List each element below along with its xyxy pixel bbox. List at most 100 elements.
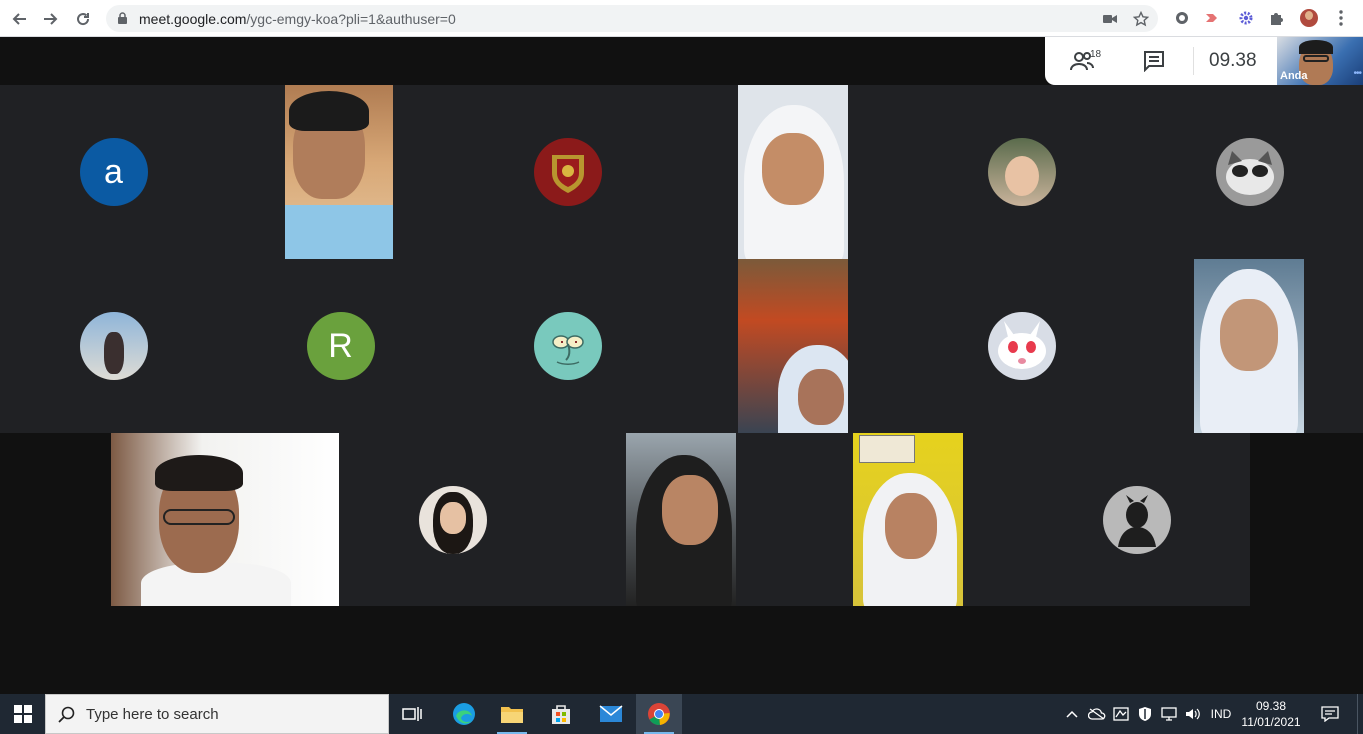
tray-security[interactable] [1134,694,1156,734]
show-desktop-button[interactable] [1357,694,1363,734]
tray-app-icon [1113,707,1129,721]
video-subject [885,493,937,559]
action-center-button[interactable] [1316,694,1344,734]
url-host: meet.google.com [139,11,247,27]
video-subject [798,369,844,425]
devil-icon [1117,495,1156,547]
url-path: /ygc-emgy-koa?pli=1&authuser=0 [246,11,456,27]
taskbar-mail[interactable] [588,694,634,734]
video-subject-hair [289,91,369,131]
network-icon [1161,707,1177,721]
bookmark-button[interactable] [1131,9,1151,29]
gryffindor-crest-avatar [533,138,602,206]
gear-icon [1239,11,1253,25]
tray-network[interactable] [1158,694,1180,734]
participant-tile[interactable] [1136,85,1363,259]
participant-tile[interactable]: R [227,259,454,433]
start-button[interactable] [0,694,45,734]
squidward-icon [551,335,584,365]
taskbar-file-explorer[interactable] [489,694,535,734]
tray-app[interactable] [1110,694,1132,734]
tray-onedrive[interactable] [1086,694,1108,734]
taskbar-search-box[interactable]: Type here to search [45,694,389,734]
windows-taskbar: Type here to search IND 09.38 11/01/2021 [0,694,1363,734]
participant-video[interactable] [111,433,339,606]
participants-count: 18 [1090,49,1102,60]
self-label: Anda [1280,70,1308,82]
kebab-menu-icon [1339,10,1343,26]
self-hair [1299,40,1333,54]
participant-photo-avatar [418,486,487,554]
clock-date: 11/01/2021 [1241,715,1301,729]
people-icon[interactable] [1069,49,1109,73]
video-subject-hair [155,455,243,491]
participant-photo-avatar [987,138,1056,206]
address-bar[interactable]: meet.google.com/ygc-emgy-koa?pli=1&authu… [106,5,1158,32]
participant-video[interactable] [853,433,963,606]
participant-tile[interactable]: a [0,85,227,259]
search-icon [58,706,75,723]
participant-video[interactable] [285,85,393,259]
self-glasses [1303,55,1329,62]
profile-avatar [1300,9,1318,27]
browser-menu-button[interactable] [1331,8,1351,28]
arrow-extension-icon [1206,14,1217,22]
participant-tile[interactable] [454,85,681,259]
lock-icon [118,12,127,24]
edge-icon [453,703,475,725]
participant-video[interactable] [738,259,848,433]
store-bag-icon [552,705,570,724]
participant-video[interactable] [626,433,736,606]
video-subject [662,475,718,545]
participant-tile[interactable] [339,433,566,607]
camera-permission-button[interactable] [1100,9,1120,29]
task-view-button[interactable] [389,694,435,734]
devil-silhouette-avatar [1102,486,1171,554]
video-subject-glasses [163,509,235,525]
participant-tile[interactable] [1023,433,1250,607]
extensions-menu-button[interactable] [1267,8,1287,28]
speaker-icon [1186,708,1200,720]
tray-volume[interactable] [1182,694,1204,734]
taskbar-edge[interactable] [441,694,487,734]
forward-arrow-icon [44,13,58,25]
cloud-icon [1088,708,1106,720]
show-hidden-icons-button[interactable] [1062,694,1082,734]
forward-button[interactable] [38,6,64,32]
participant-photo-avatar [79,312,148,380]
self-view-tile[interactable]: Anda ••• [1277,37,1363,85]
taskbar-chrome[interactable] [636,694,682,734]
extension-button-1[interactable] [1172,8,1192,28]
extension-button-3[interactable] [1236,8,1256,28]
back-button[interactable] [6,6,32,32]
meet-stage: 18 09.38 Anda ••• a R [0,37,1363,694]
taskbar-store[interactable] [538,694,584,734]
windows-logo-icon [13,705,32,723]
taskbar-clock[interactable]: 09.38 11/01/2021 [1238,698,1304,730]
top-bar-divider [1193,47,1194,75]
bunny-avatar [987,312,1056,380]
mail-icon [599,705,623,722]
avatar-figure [103,332,124,374]
url-text: meet.google.com/ygc-emgy-koa?pli=1&authu… [139,11,456,27]
profile-button[interactable] [1299,8,1319,28]
back-arrow-icon [12,13,26,25]
bunny-icon [997,321,1046,369]
participant-video[interactable] [1194,259,1304,433]
meet-top-bar: 18 09.38 [1045,37,1277,85]
video-subject [762,133,824,205]
participant-avatar: a [79,138,148,206]
shield-icon [1139,707,1151,721]
chat-icon[interactable] [1143,50,1165,72]
reload-button[interactable] [70,6,96,32]
folder-icon [501,707,523,723]
squidward-avatar [533,312,602,380]
participant-tile[interactable] [908,259,1135,433]
participant-tile[interactable] [908,85,1135,259]
extension-button-2[interactable] [1203,8,1223,28]
participant-tile[interactable] [454,259,681,433]
tray-language[interactable]: IND [1206,694,1236,734]
participant-tile[interactable] [0,259,227,433]
star-icon [1133,11,1149,27]
participant-video[interactable] [738,85,848,259]
